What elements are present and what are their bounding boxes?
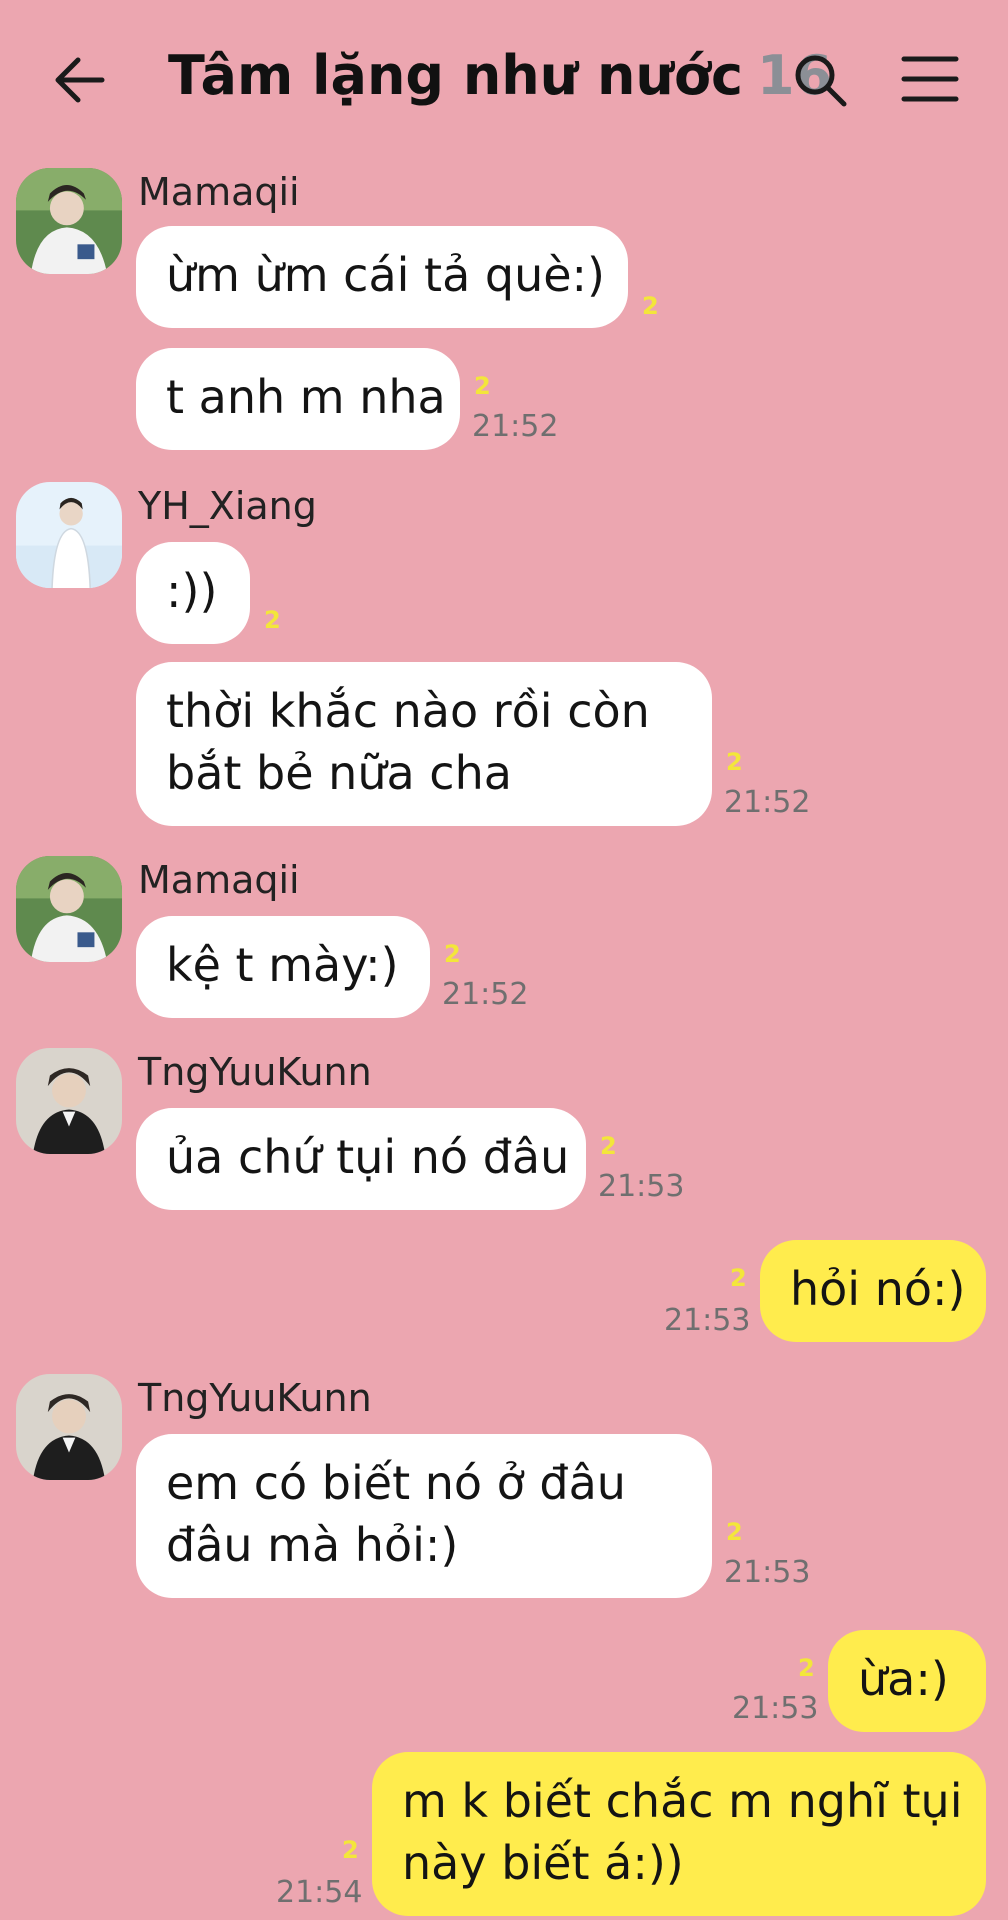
message-text: ừm ừm cái tả què:)	[166, 248, 605, 302]
message-bubble[interactable]: kệ t mày:)	[136, 916, 430, 1018]
read-count: 2	[798, 1654, 815, 1682]
message-bubble[interactable]: ủa chứ tụi nó đâu	[136, 1108, 586, 1210]
read-count: 2	[726, 1518, 743, 1546]
message-text-line: em có biết nó ở đâu	[166, 1456, 626, 1510]
read-count: 2	[444, 940, 461, 968]
sender-name: Mamaqii	[138, 170, 300, 214]
back-button[interactable]	[50, 50, 110, 110]
avatar-tngyuukunn[interactable]	[16, 1048, 122, 1154]
chat-title: Tâm lặng như nước 16	[168, 44, 832, 107]
my-message-bubble[interactable]: ừa:)	[828, 1630, 986, 1732]
sender-name: Mamaqii	[138, 858, 300, 902]
message-text: ủa chứ tụi nó đâu	[166, 1130, 570, 1184]
read-count: 2	[600, 1132, 617, 1160]
search-button[interactable]	[790, 50, 850, 110]
hamburger-menu-icon	[901, 56, 959, 102]
message-text-line: thời khắc nào rồi còn	[166, 684, 650, 738]
message-text-line: này biết á:))	[402, 1836, 684, 1890]
read-count: 2	[474, 372, 491, 400]
message-time: 21:53	[724, 1555, 811, 1590]
message-bubble[interactable]: thời khắc nào rồi còn bắt bẻ nữa cha	[136, 662, 712, 826]
read-count: 2	[642, 292, 659, 320]
avatar-mamaqii[interactable]	[16, 856, 122, 962]
message-bubble[interactable]: :))	[136, 542, 250, 644]
message-bubble[interactable]: ừm ừm cái tả què:)	[136, 226, 628, 328]
top-bar: Tâm lặng như nước 16	[0, 0, 1008, 160]
message-time: 21:52	[442, 977, 529, 1012]
my-message-bubble[interactable]: m k biết chắc m nghĩ tụi này biết á:))	[372, 1752, 986, 1916]
message-text: hỏi nó:)	[790, 1262, 966, 1316]
message-time: 21:53	[598, 1169, 685, 1204]
message-text-line: bắt bẻ nữa cha	[166, 746, 512, 800]
group-name: Tâm lặng như nước	[168, 44, 743, 107]
message-text-line: m k biết chắc m nghĩ tụi	[402, 1774, 963, 1828]
sender-name: YH_Xiang	[138, 484, 317, 528]
read-count: 2	[264, 606, 281, 634]
message-text: ừa:)	[858, 1652, 949, 1706]
message-text: :))	[166, 564, 218, 618]
message-text-line: đâu mà hỏi:)	[166, 1518, 459, 1572]
message-time: 21:54	[276, 1875, 363, 1910]
arrow-left-icon	[55, 57, 105, 103]
read-count: 2	[730, 1264, 747, 1292]
sender-name: TngYuuKunn	[138, 1050, 372, 1094]
search-icon	[795, 55, 847, 107]
message-text: t anh m nha	[166, 370, 446, 424]
read-count: 2	[342, 1836, 359, 1864]
my-message-bubble[interactable]: hỏi nó:)	[760, 1240, 986, 1342]
message-time: 21:52	[724, 785, 811, 820]
message-bubble[interactable]: t anh m nha	[136, 348, 460, 450]
sender-name: TngYuuKunn	[138, 1376, 372, 1420]
avatar-mamaqii[interactable]	[16, 168, 122, 274]
menu-button[interactable]	[900, 54, 960, 104]
message-text: kệ t mày:)	[166, 938, 399, 992]
message-time: 21:52	[472, 409, 559, 444]
message-bubble[interactable]: em có biết nó ở đâu đâu mà hỏi:)	[136, 1434, 712, 1598]
message-time: 21:53	[664, 1303, 751, 1338]
read-count: 2	[726, 748, 743, 776]
message-time: 21:53	[732, 1691, 819, 1726]
avatar-yh-xiang[interactable]	[16, 482, 122, 588]
avatar-tngyuukunn[interactable]	[16, 1374, 122, 1480]
